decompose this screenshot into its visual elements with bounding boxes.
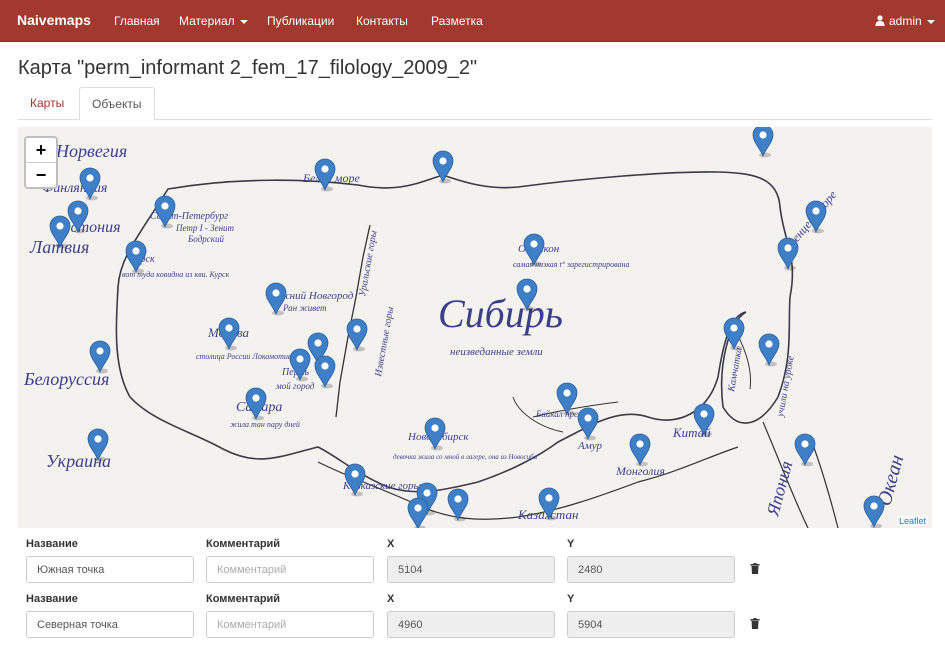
zoom-out-button[interactable]: − <box>26 162 56 187</box>
zoom-in-button[interactable]: + <box>26 138 56 162</box>
label-belarus: Белоруссия <box>23 369 109 389</box>
zoom-control: + − <box>24 136 58 189</box>
nav-contacts[interactable]: Контакты <box>356 14 408 28</box>
label-siberia: Сибирь <box>438 291 563 336</box>
nav-material-label: Материал <box>179 14 235 28</box>
name-input[interactable] <box>26 611 194 638</box>
nav-home[interactable]: Главная <box>114 14 160 28</box>
caret-down-icon <box>926 19 935 24</box>
user-icon <box>875 15 885 26</box>
y-input[interactable] <box>567 556 735 583</box>
page-title: Карта "perm_informant 2_fem_17_filology_… <box>18 57 478 79</box>
label-siberia-note: неизведанные земли <box>450 346 543 358</box>
label-novosibirsk-note: девочка жила со мной в лагере, она из Но… <box>393 453 538 461</box>
label-amur: Амур <box>577 440 602 452</box>
comment-label: Комментарий <box>206 538 281 550</box>
x-input[interactable] <box>387 611 555 638</box>
label-samara-note: жила тан пару дней <box>230 420 300 429</box>
hand-drawn-map: Норвегия Финляндия Эстония Латвия Белору… <box>18 127 932 528</box>
nav-material-dropdown[interactable]: Материал <box>179 14 248 28</box>
caret-down-icon <box>239 19 248 24</box>
comment-label: Комментарий <box>206 593 281 605</box>
map-view[interactable]: Норвегия Финляндия Эстония Латвия Белору… <box>18 127 932 528</box>
label-moscow-note: столица России Локомотив <box>196 352 292 361</box>
nav-publications[interactable]: Публикации <box>267 14 334 28</box>
trash-icon[interactable] <box>750 563 760 574</box>
nav-markup[interactable]: Разметка <box>431 14 483 28</box>
x-label: X <box>387 538 395 550</box>
label-spb-note: Петр I - Зенит <box>175 223 235 233</box>
brand-link[interactable]: Naivemaps <box>17 12 91 28</box>
name-input[interactable] <box>26 556 194 583</box>
trash-icon[interactable] <box>750 618 760 629</box>
tab-bar: Карты Объекты <box>18 87 932 120</box>
y-label: Y <box>567 538 575 550</box>
name-label: Название <box>26 593 78 605</box>
user-name: admin <box>889 14 922 28</box>
label-nizhny-note: Ран живет <box>282 303 327 313</box>
comment-input[interactable] <box>206 556 374 583</box>
label-perm-note: мой город <box>275 381 315 391</box>
y-input[interactable] <box>567 611 735 638</box>
name-label: Название <box>26 538 78 550</box>
navbar: Naivemaps Главная Материал Публикации Ко… <box>0 0 945 42</box>
user-menu-dropdown[interactable]: admin <box>875 14 935 28</box>
x-input[interactable] <box>387 556 555 583</box>
tab-maps[interactable]: Карты <box>18 87 76 120</box>
y-label: Y <box>567 593 575 605</box>
label-norway: Норвегия <box>55 141 127 161</box>
tab-objects[interactable]: Объекты <box>79 87 155 120</box>
leaflet-attribution-link[interactable]: Leaflet <box>896 516 928 526</box>
label-spb-note2: Бодрский <box>187 234 224 244</box>
comment-input[interactable] <box>206 611 374 638</box>
x-label: X <box>387 593 395 605</box>
